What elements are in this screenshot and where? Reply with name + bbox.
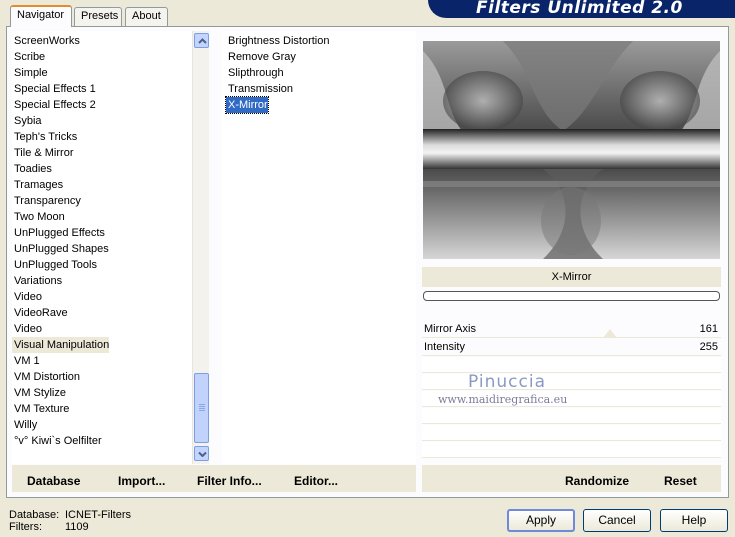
category-item[interactable]: Teph's Tricks <box>12 129 77 145</box>
slider-intensity[interactable]: Intensity 255 <box>422 339 721 356</box>
category-item[interactable]: Visual Manipulation <box>12 337 110 353</box>
param-slot <box>422 374 721 390</box>
category-item[interactable]: °v° Kiwi`s Oelfilter <box>12 433 102 449</box>
category-item[interactable]: UnPlugged Shapes <box>12 241 109 257</box>
watermark-name: Pinuccia <box>468 372 546 392</box>
filter-list[interactable]: Brightness Distortion Remove Gray Slipthro… <box>222 31 416 464</box>
scroll-thumb[interactable] <box>194 373 209 443</box>
category-item[interactable]: ScreenWorks <box>12 33 80 49</box>
filter-info-button[interactable]: Filter Info... <box>197 474 262 488</box>
scroll-up-button[interactable] <box>194 33 209 48</box>
cancel-button[interactable]: Cancel <box>583 509 651 532</box>
database-value: ICNET-Filters <box>65 509 131 521</box>
category-item[interactable]: Sybia <box>12 113 42 129</box>
param-slot <box>422 357 721 373</box>
title-banner: Filters Unlimited 2.0 <box>428 0 735 18</box>
category-item[interactable]: Two Moon <box>12 209 65 225</box>
help-button[interactable]: Help <box>660 509 728 532</box>
scroll-down-button[interactable] <box>194 446 209 461</box>
chevron-down-icon <box>198 451 207 457</box>
database-button[interactable]: Database <box>27 474 80 488</box>
category-item[interactable]: VM 1 <box>12 353 40 369</box>
filters-label: Filters: <box>9 521 42 533</box>
category-item[interactable]: VideoRave <box>12 305 68 321</box>
param-label: Intensity <box>424 341 465 353</box>
filter-item[interactable]: Transmission <box>226 81 293 97</box>
category-scrollbar[interactable] <box>192 31 209 464</box>
category-list[interactable]: ScreenWorks Scribe Simple Special Effects 1… <box>12 31 192 464</box>
database-label: Database: <box>9 509 60 521</box>
apply-button[interactable]: Apply <box>507 509 575 532</box>
category-item[interactable]: Variations <box>12 273 62 289</box>
randomize-button[interactable]: Randomize <box>565 474 629 488</box>
filter-name-label: X-Mirror <box>422 267 721 287</box>
category-item[interactable]: Special Effects 2 <box>12 97 96 113</box>
category-item[interactable]: UnPlugged Effects <box>12 225 105 241</box>
import-button[interactable]: Import... <box>118 474 165 488</box>
param-slot <box>422 408 721 424</box>
slider-pointer-icon <box>603 329 617 338</box>
editor-button[interactable]: Editor... <box>294 474 338 488</box>
category-item[interactable]: Scribe <box>12 49 45 65</box>
param-slot <box>422 442 721 458</box>
category-item[interactable]: Willy <box>12 417 37 433</box>
category-item[interactable]: Tramages <box>12 177 63 193</box>
category-item[interactable]: VM Texture <box>12 401 69 417</box>
category-item[interactable]: Video <box>12 321 42 337</box>
banner-title: Filters Unlimited 2.0 <box>476 0 683 18</box>
category-item[interactable]: VM Distortion <box>12 369 80 385</box>
param-value: 161 <box>699 323 718 335</box>
category-item[interactable]: Transparency <box>12 193 81 209</box>
category-item[interactable]: Toadies <box>12 161 52 177</box>
chevron-up-icon <box>198 38 207 44</box>
filter-item[interactable]: Brightness Distortion <box>226 33 330 49</box>
category-item[interactable]: Special Effects 1 <box>12 81 96 97</box>
preview-image <box>423 41 720 259</box>
filter-item[interactable]: Slipthrough <box>226 65 284 81</box>
filters-count: 1109 <box>65 521 89 533</box>
filter-item[interactable]: X-Mirror <box>225 96 269 114</box>
category-item[interactable]: VM Stylize <box>12 385 66 401</box>
tab-presets[interactable]: Presets <box>74 7 122 26</box>
reset-button[interactable]: Reset <box>664 474 697 488</box>
param-value: 255 <box>699 341 718 353</box>
progress-bar <box>423 291 720 301</box>
param-label: Mirror Axis <box>424 323 476 335</box>
category-item[interactable]: UnPlugged Tools <box>12 257 97 273</box>
slider-mirror-axis[interactable]: Mirror Axis 161 <box>422 321 721 338</box>
tab-navigator[interactable]: Navigator <box>10 5 72 27</box>
category-item[interactable]: Video <box>12 289 42 305</box>
category-item[interactable]: Tile & Mirror <box>12 145 73 161</box>
tab-about[interactable]: About <box>125 7 168 26</box>
category-item[interactable]: Simple <box>12 65 48 81</box>
watermark-site: www.maidiregrafica.eu <box>438 393 568 406</box>
filter-item[interactable]: Remove Gray <box>226 49 296 65</box>
param-slot <box>422 425 721 441</box>
